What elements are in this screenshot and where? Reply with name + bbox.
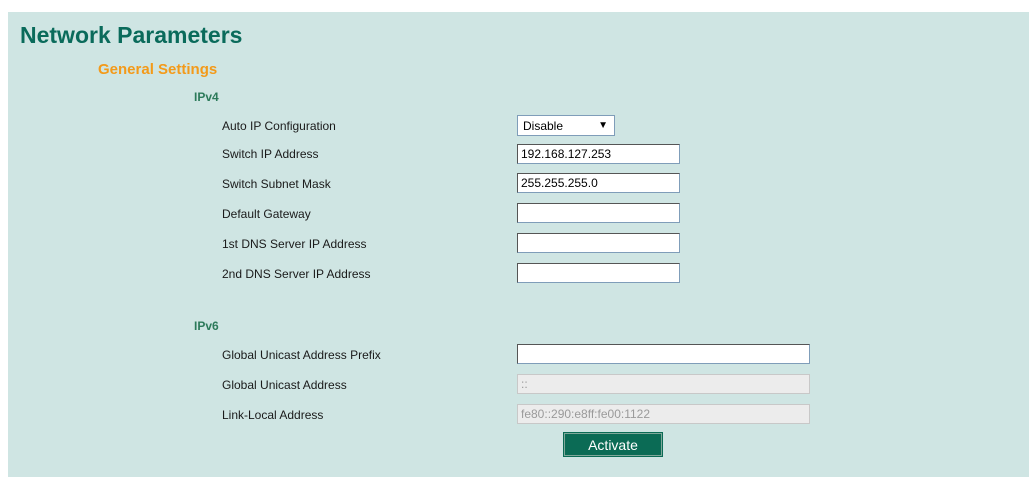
ipv6-group-title: IPv6	[194, 319, 219, 333]
switch-ip-label: Switch IP Address	[222, 147, 319, 161]
switch-ip-input[interactable]	[517, 144, 680, 164]
link-local-address-label: Link-Local Address	[222, 408, 324, 422]
dns1-input[interactable]	[517, 233, 680, 253]
global-unicast-prefix-input[interactable]	[517, 344, 810, 364]
ipv4-group-title: IPv4	[194, 90, 219, 104]
gateway-label: Default Gateway	[222, 207, 311, 221]
network-parameters-panel: Network Parameters General Settings IPv4…	[8, 12, 1029, 477]
link-local-address-input	[517, 404, 810, 424]
section-title: General Settings	[98, 61, 218, 78]
page-title: Network Parameters	[20, 22, 243, 48]
activate-button[interactable]: Activate	[563, 432, 663, 457]
gateway-input[interactable]	[517, 203, 680, 223]
dns2-input[interactable]	[517, 263, 680, 283]
auto-ip-selected-value: Disable	[523, 119, 564, 133]
chevron-down-icon: ▼	[598, 120, 608, 131]
global-unicast-address-label: Global Unicast Address	[222, 378, 347, 392]
auto-ip-select[interactable]: Disable ▼	[517, 115, 615, 136]
subnet-mask-label: Switch Subnet Mask	[222, 177, 331, 191]
global-unicast-prefix-label: Global Unicast Address Prefix	[222, 348, 381, 362]
dns2-label: 2nd DNS Server IP Address	[222, 267, 371, 281]
global-unicast-address-input	[517, 374, 810, 394]
auto-ip-label: Auto IP Configuration	[222, 119, 336, 133]
dns1-label: 1st DNS Server IP Address	[222, 237, 367, 251]
subnet-mask-input[interactable]	[517, 173, 680, 193]
